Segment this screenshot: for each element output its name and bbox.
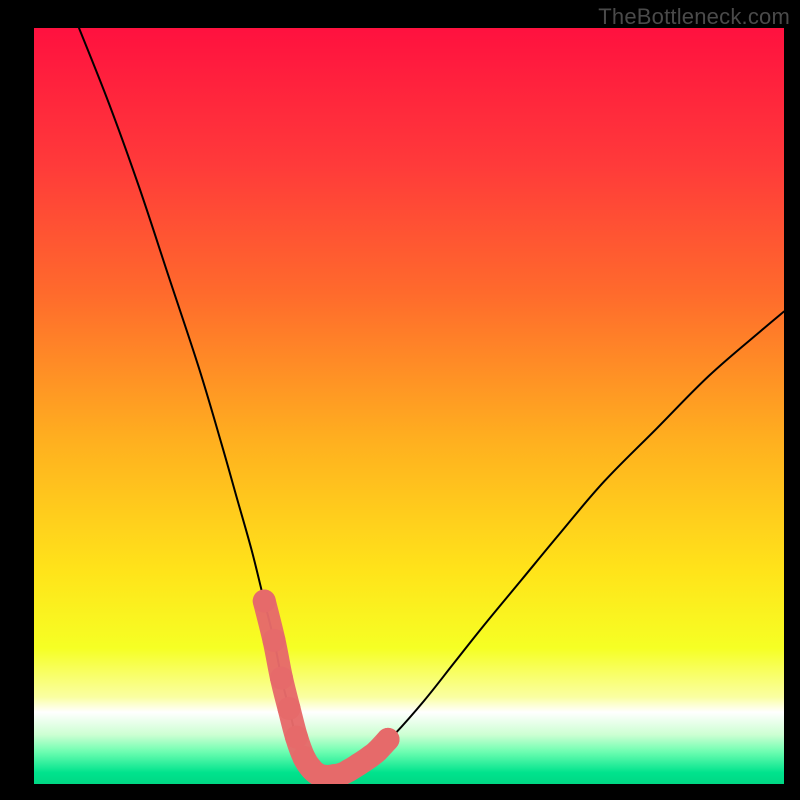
marker-point: [263, 629, 286, 652]
marker-point: [377, 728, 400, 751]
marker-point: [253, 590, 276, 613]
plot-area: [34, 28, 784, 784]
gradient-background: [34, 28, 784, 784]
marker-point: [270, 667, 293, 690]
marker-point: [278, 697, 301, 720]
bottleneck-chart: [34, 28, 784, 784]
chart-frame: TheBottleneck.com: [0, 0, 800, 800]
watermark-text: TheBottleneck.com: [598, 4, 790, 30]
marker-point: [285, 726, 308, 749]
